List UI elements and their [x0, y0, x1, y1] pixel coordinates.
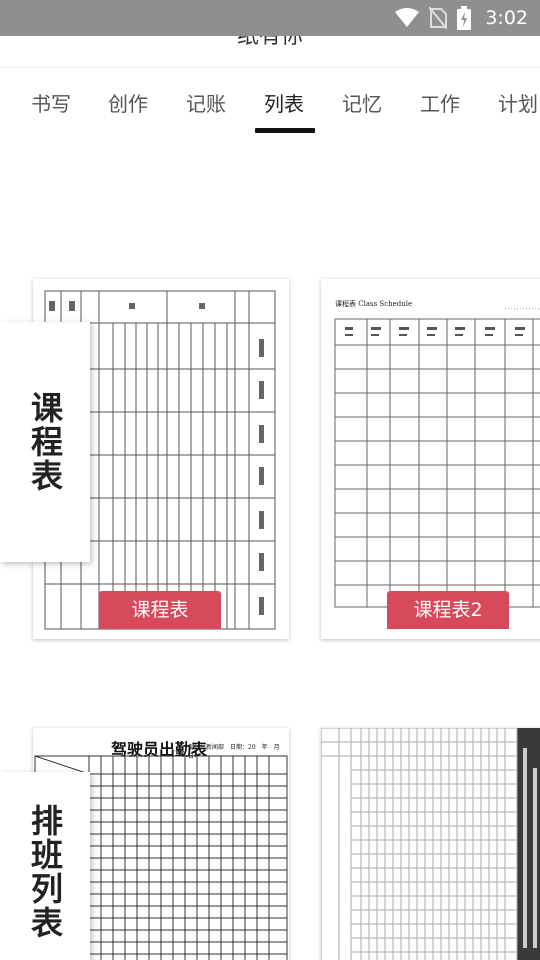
template-button-schedule[interactable]: 课程表: [99, 591, 221, 629]
status-bar: 3:02: [0, 0, 540, 36]
no-sim-icon: [429, 7, 448, 29]
schedule-table-thumbnail: [334, 308, 540, 608]
wifi-icon: [395, 8, 420, 27]
battery-charging-icon: [457, 6, 472, 30]
tab-shuxie[interactable]: 书写: [31, 88, 71, 117]
template-card-schedule-2[interactable]: 课程表 Class Schedule 课程表2: [321, 279, 540, 639]
tab-jizhang[interactable]: 记账: [186, 88, 226, 117]
category-title: 排班列表: [26, 804, 64, 940]
tab-liebiao[interactable]: 列表: [264, 88, 304, 117]
template-button-schedule-2[interactable]: 课程表2: [387, 591, 509, 629]
tab-chuangzuo[interactable]: 创作: [108, 88, 148, 117]
category-label-schedule: 课程表: [0, 322, 90, 562]
template-card-roster-2[interactable]: [321, 728, 540, 960]
roster-table-thumbnail: [321, 728, 540, 960]
tab-jiyi[interactable]: 记忆: [342, 88, 382, 117]
tab-gongzuo[interactable]: 工作: [420, 88, 460, 117]
category-title: 课程表: [26, 391, 64, 493]
tab-jihua[interactable]: 计划: [498, 88, 538, 117]
status-time: 3:02: [485, 7, 528, 29]
tab-indicator: [255, 128, 315, 133]
category-label-roster: 排班列表: [0, 772, 90, 960]
